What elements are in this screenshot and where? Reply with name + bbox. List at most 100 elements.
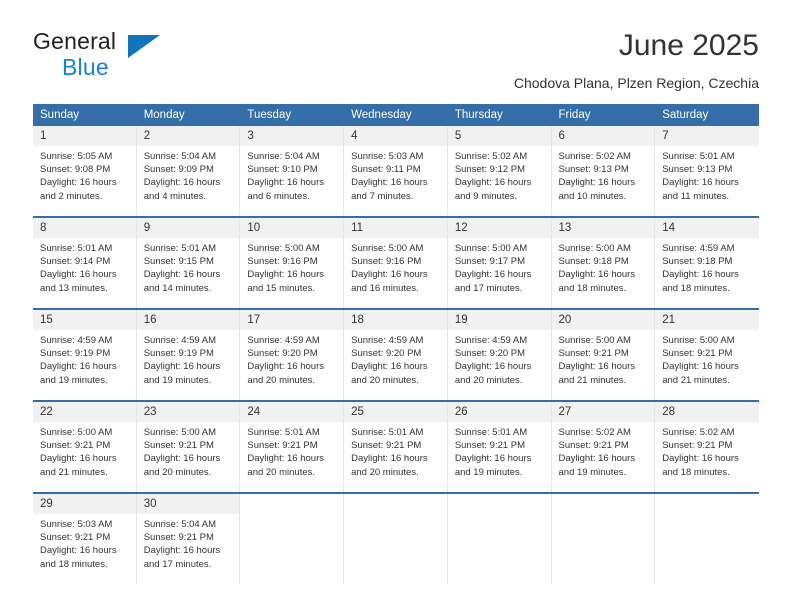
sunrise-text: Sunrise: 5:00 AM (662, 335, 735, 346)
sunrise-text: Sunrise: 4:59 AM (40, 335, 113, 346)
day-info: Sunrise: 5:03 AM Sunset: 9:21 PM Dayligh… (33, 514, 136, 571)
daylight-text-line1: Daylight: 16 hours (558, 177, 636, 189)
day-cell[interactable]: 19 Sunrise: 4:59 AM Sunset: 9:20 PM Dayl… (447, 310, 552, 400)
day-number: 23 (136, 402, 240, 422)
daylight-text-line1: Daylight: 16 hours (143, 177, 221, 189)
sunrise-text: Sunrise: 5:01 AM (662, 151, 735, 162)
day-cell[interactable]: 2 Sunrise: 5:04 AM Sunset: 9:09 PM Dayli… (136, 126, 241, 216)
daylight-text-line1: Daylight: 16 hours (558, 269, 636, 281)
day-cell[interactable]: 15 Sunrise: 4:59 AM Sunset: 9:19 PM Dayl… (33, 310, 137, 400)
sunset-text: Sunset: 9:21 PM (143, 532, 214, 544)
weekday-header-monday: Monday (136, 104, 241, 126)
sunset-text: Sunset: 9:21 PM (662, 348, 733, 360)
daylight-text-line1: Daylight: 16 hours (351, 453, 428, 465)
day-cell[interactable]: 5 Sunrise: 5:02 AM Sunset: 9:12 PM Dayli… (447, 126, 552, 216)
general-blue-logo[interactable]: General Blue (33, 28, 233, 88)
day-cell[interactable]: 20 Sunrise: 5:00 AM Sunset: 9:21 PM Dayl… (551, 310, 656, 400)
day-cell[interactable]: 23 Sunrise: 5:00 AM Sunset: 9:21 PM Dayl… (136, 402, 241, 492)
day-cell[interactable]: 24 Sunrise: 5:01 AM Sunset: 9:21 PM Dayl… (240, 402, 345, 492)
sunrise-text: Sunrise: 5:01 AM (40, 243, 113, 254)
daylight-text-line2: and 9 minutes. (454, 190, 518, 202)
sunset-text: Sunset: 9:15 PM (143, 256, 214, 268)
sunset-text: Sunset: 9:18 PM (662, 256, 733, 268)
day-cell[interactable]: 10 Sunrise: 5:00 AM Sunset: 9:16 PM Dayl… (240, 218, 345, 308)
sunrise-text: Sunrise: 5:00 AM (558, 335, 631, 346)
day-info: Sunrise: 4:59 AM Sunset: 9:19 PM Dayligh… (33, 330, 136, 387)
day-cell[interactable]: 27 Sunrise: 5:02 AM Sunset: 9:21 PM Dayl… (551, 402, 656, 492)
day-cell[interactable]: 16 Sunrise: 4:59 AM Sunset: 9:19 PM Dayl… (136, 310, 241, 400)
daylight-text-line2: and 17 minutes. (454, 282, 523, 294)
day-info: Sunrise: 5:01 AM Sunset: 9:21 PM Dayligh… (240, 422, 343, 479)
daylight-text-line2: and 15 minutes. (247, 282, 316, 294)
day-cell[interactable]: 17 Sunrise: 4:59 AM Sunset: 9:20 PM Dayl… (240, 310, 345, 400)
day-number: 16 (136, 310, 240, 330)
day-cell[interactable]: 11 Sunrise: 5:00 AM Sunset: 9:16 PM Dayl… (344, 218, 448, 308)
day-info: Sunrise: 5:01 AM Sunset: 9:21 PM Dayligh… (344, 422, 447, 479)
day-number: 24 (240, 402, 344, 422)
day-cell-empty (655, 494, 759, 584)
day-cell[interactable]: 29 Sunrise: 5:03 AM Sunset: 9:21 PM Dayl… (33, 494, 137, 584)
daylight-text-line1: Daylight: 16 hours (143, 545, 221, 557)
day-cell[interactable]: 13 Sunrise: 5:00 AM Sunset: 9:18 PM Dayl… (551, 218, 656, 308)
daylight-text-line2: and 6 minutes. (247, 190, 310, 202)
day-cell[interactable]: 7 Sunrise: 5:01 AM Sunset: 9:13 PM Dayli… (655, 126, 759, 216)
daylight-text-line2: and 7 minutes. (351, 190, 414, 202)
sunset-text: Sunset: 9:11 PM (351, 164, 421, 176)
sunrise-text: Sunrise: 5:00 AM (454, 243, 528, 254)
sunset-text: Sunset: 9:19 PM (143, 348, 214, 360)
day-number: 21 (655, 310, 759, 330)
day-number: 20 (551, 310, 655, 330)
day-number: 15 (33, 310, 136, 330)
day-cell[interactable]: 21 Sunrise: 5:00 AM Sunset: 9:21 PM Dayl… (655, 310, 759, 400)
day-cell[interactable]: 8 Sunrise: 5:01 AM Sunset: 9:14 PM Dayli… (33, 218, 137, 308)
day-info: Sunrise: 5:00 AM Sunset: 9:18 PM Dayligh… (552, 238, 655, 295)
daylight-text-line2: and 20 minutes. (247, 466, 316, 478)
sunset-text: Sunset: 9:21 PM (143, 440, 214, 452)
sunrise-text: Sunrise: 5:04 AM (143, 519, 217, 530)
daylight-text-line1: Daylight: 16 hours (454, 269, 532, 281)
daylight-text-line2: and 10 minutes. (558, 190, 627, 202)
daylight-text-line1: Daylight: 16 hours (40, 177, 117, 189)
day-cell[interactable]: 1 Sunrise: 5:05 AM Sunset: 9:08 PM Dayli… (33, 126, 137, 216)
daylight-text-line1: Daylight: 16 hours (143, 269, 221, 281)
day-cell[interactable]: 12 Sunrise: 5:00 AM Sunset: 9:17 PM Dayl… (447, 218, 552, 308)
day-info: Sunrise: 4:59 AM Sunset: 9:20 PM Dayligh… (448, 330, 551, 387)
day-cell[interactable]: 6 Sunrise: 5:02 AM Sunset: 9:13 PM Dayli… (551, 126, 656, 216)
daylight-text-line2: and 13 minutes. (40, 282, 108, 294)
day-cell[interactable]: 14 Sunrise: 4:59 AM Sunset: 9:18 PM Dayl… (655, 218, 759, 308)
daylight-text-line2: and 20 minutes. (143, 466, 212, 478)
sunset-text: Sunset: 9:20 PM (247, 348, 318, 360)
daylight-text-line1: Daylight: 16 hours (454, 453, 532, 465)
day-cell[interactable]: 18 Sunrise: 4:59 AM Sunset: 9:20 PM Dayl… (344, 310, 448, 400)
day-info: Sunrise: 4:59 AM Sunset: 9:20 PM Dayligh… (344, 330, 447, 387)
day-cell[interactable]: 22 Sunrise: 5:00 AM Sunset: 9:21 PM Dayl… (33, 402, 137, 492)
sunrise-text: Sunrise: 4:59 AM (351, 335, 424, 346)
daylight-text-line1: Daylight: 16 hours (351, 177, 428, 189)
day-number: 14 (655, 218, 759, 238)
sunrise-text: Sunrise: 5:05 AM (40, 151, 113, 162)
day-info: Sunrise: 5:00 AM Sunset: 9:16 PM Dayligh… (240, 238, 343, 295)
day-cell[interactable]: 25 Sunrise: 5:01 AM Sunset: 9:21 PM Dayl… (344, 402, 448, 492)
day-cell[interactable]: 9 Sunrise: 5:01 AM Sunset: 9:15 PM Dayli… (136, 218, 241, 308)
day-cell[interactable]: 30 Sunrise: 5:04 AM Sunset: 9:21 PM Dayl… (136, 494, 241, 584)
daylight-text-line2: and 18 minutes. (662, 466, 730, 478)
daylight-text-line2: and 21 minutes. (40, 466, 108, 478)
daylight-text-line1: Daylight: 16 hours (351, 361, 428, 373)
day-cell[interactable]: 28 Sunrise: 5:02 AM Sunset: 9:21 PM Dayl… (655, 402, 759, 492)
daylight-text-line2: and 18 minutes. (40, 558, 108, 570)
sunrise-text: Sunrise: 4:59 AM (247, 335, 320, 346)
daylight-text-line2: and 20 minutes. (454, 374, 523, 386)
calendar-page: General Blue June 2025 Chodova Plana, Pl… (0, 0, 792, 612)
daylight-text-line1: Daylight: 16 hours (662, 361, 739, 373)
day-cell[interactable]: 3 Sunrise: 5:04 AM Sunset: 9:10 PM Dayli… (240, 126, 345, 216)
logo-triangle-icon (128, 35, 160, 58)
day-cell[interactable]: 4 Sunrise: 5:03 AM Sunset: 9:11 PM Dayli… (344, 126, 448, 216)
sunrise-text: Sunrise: 5:01 AM (454, 427, 528, 438)
sunset-text: Sunset: 9:21 PM (662, 440, 733, 452)
page-header: General Blue June 2025 Chodova Plana, Pl… (33, 28, 759, 96)
daylight-text-line1: Daylight: 16 hours (247, 453, 324, 465)
day-number: 30 (136, 494, 240, 514)
day-number: 13 (551, 218, 655, 238)
day-cell[interactable]: 26 Sunrise: 5:01 AM Sunset: 9:21 PM Dayl… (447, 402, 552, 492)
sunset-text: Sunset: 9:19 PM (40, 348, 111, 360)
